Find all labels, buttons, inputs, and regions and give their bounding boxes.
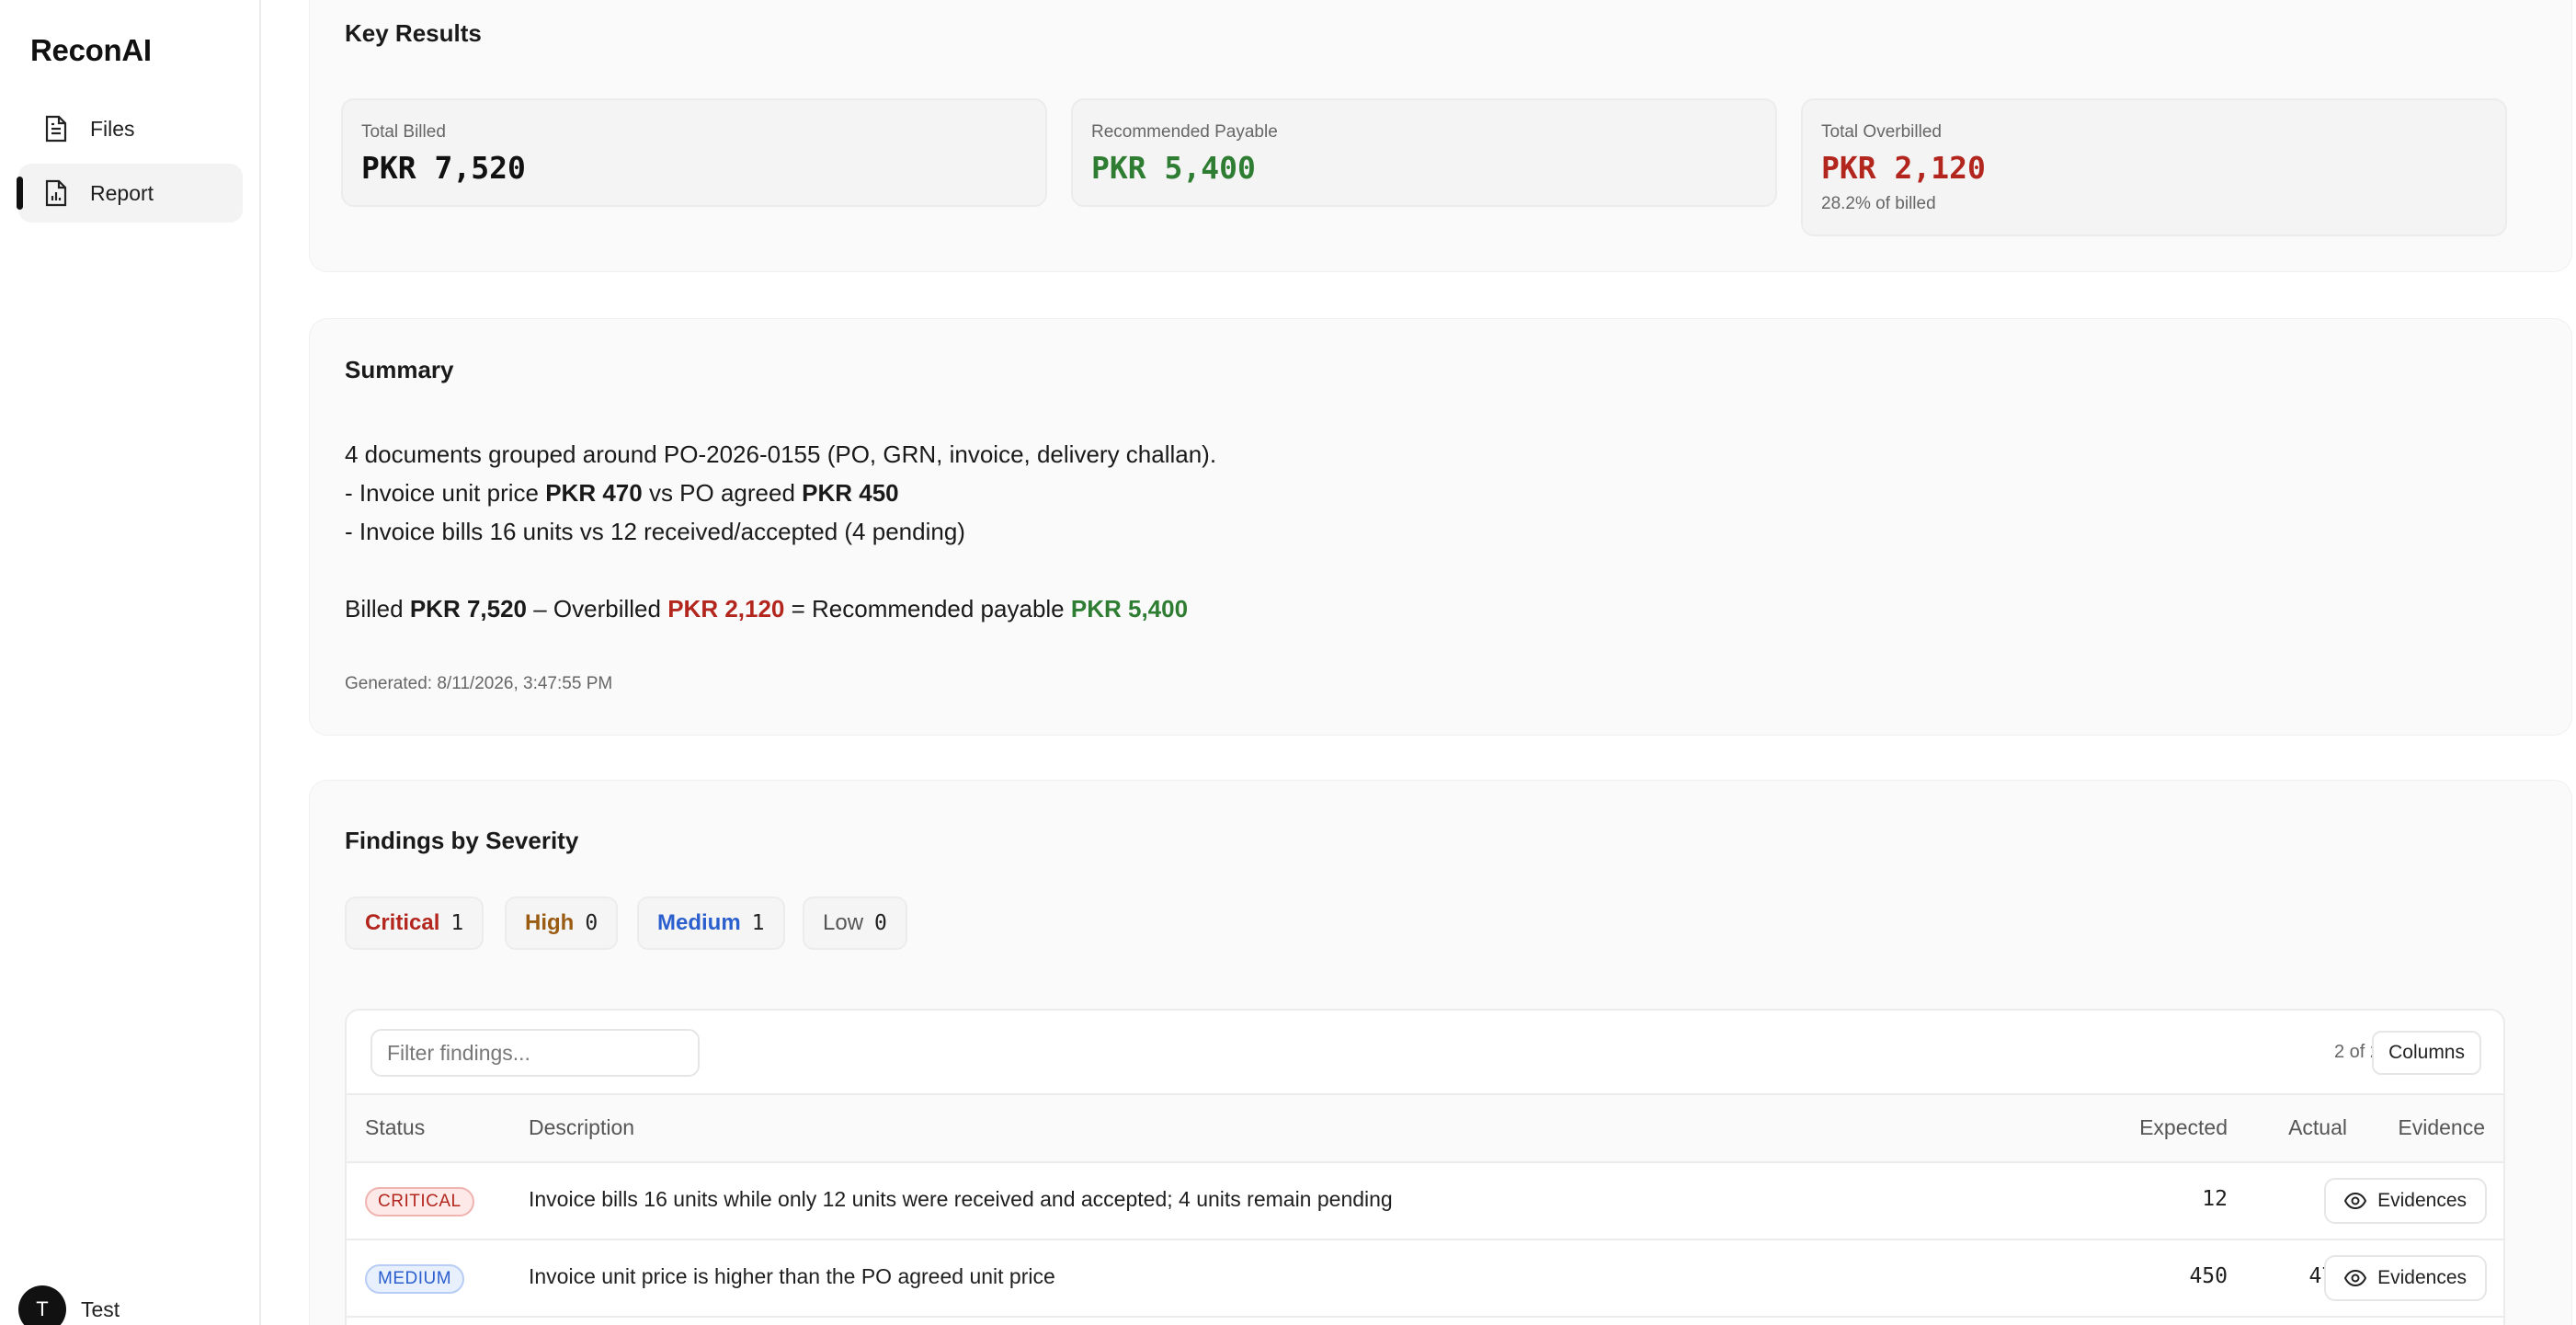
total-billed-box: Total Billed PKR 7,520 [341,98,1047,207]
table-header: Status Description Expected Actual Evide… [347,1093,2503,1163]
sidebar: ReconAI Files Report T Test [0,0,261,1325]
severity-filter-critical[interactable]: Critical 1 [345,897,484,950]
finding-description: Invoice unit price is higher than the PO… [529,1264,1055,1288]
finding-expected: 12 [2202,1187,2228,1211]
header-evidence: Evidence [2398,1115,2485,1139]
total-overbilled-label: Total Overbilled [1821,122,1942,142]
summary-line-totals: Billed PKR 7,520 – Overbilled PKR 2,120 … [345,595,1189,623]
total-overbilled-box: Total Overbilled PKR 2,120 28.2% of bill… [1801,98,2507,236]
sidebar-item-report[interactable]: Report [17,164,243,223]
total-billed-label: Total Billed [361,122,446,142]
finding-expected: 450 [2189,1264,2228,1288]
evidences-button[interactable]: Evidences [2324,1178,2487,1224]
recommended-payable-box: Recommended Payable PKR 5,400 [1071,98,1777,207]
header-status[interactable]: Status [365,1115,425,1140]
key-results-title: Key Results [345,19,482,47]
severity-filter-high[interactable]: High 0 [505,897,619,950]
severity-filter-medium[interactable]: Medium 1 [637,897,785,950]
report-icon [42,179,70,207]
sidebar-item-files[interactable]: Files [18,99,243,158]
key-results-card: Key Results Total Billed PKR 7,520 Recom… [309,0,2572,272]
sidebar-item-label: Files [90,116,135,141]
user-name: Test [81,1296,120,1321]
summary-line-unit-price: - Invoice unit price PKR 470 vs PO agree… [345,479,899,507]
eye-icon [2344,1190,2367,1212]
eye-icon [2344,1267,2367,1289]
evidences-button[interactable]: Evidences [2324,1255,2487,1301]
severity-filter-low[interactable]: Low 0 [803,897,907,950]
status-badge: MEDIUM [365,1264,465,1294]
finding-description: Invoice bills 16 units while only 12 uni… [529,1187,1393,1211]
findings-table: 2 of 2 Columns Status Description Expect… [345,1009,2505,1325]
findings-card: Findings by Severity Critical 1 High 0 M… [309,780,2572,1325]
app-root: ReconAI Files Report T Test Key Results … [0,0,2576,1325]
columns-button[interactable]: Columns [2372,1031,2481,1075]
header-expected[interactable]: Expected [2080,1115,2228,1140]
user-profile[interactable]: T Test [18,1285,120,1325]
recommended-payable-label: Recommended Payable [1091,122,1278,142]
filter-findings-input[interactable] [370,1029,700,1077]
recommended-payable-value: PKR 5,400 [1091,150,1256,186]
summary-card: Summary 4 documents grouped around PO-20… [309,318,2572,736]
summary-line-units: - Invoice bills 16 units vs 12 received/… [345,518,965,545]
summary-line-documents: 4 documents grouped around PO-2026-0155 … [345,440,1217,468]
file-icon [42,115,70,143]
summary-title: Summary [345,356,454,383]
table-row: CRITICAL Invoice bills 16 units while on… [347,1163,2503,1240]
brand-title: ReconAI [30,33,152,67]
avatar: T [18,1285,66,1325]
header-description[interactable]: Description [529,1115,634,1140]
total-overbilled-value: PKR 2,120 [1821,150,1986,186]
findings-title: Findings by Severity [345,827,579,854]
generated-timestamp: Generated: 8/11/2026, 3:47:55 PM [345,674,613,693]
status-badge: CRITICAL [365,1187,474,1216]
sidebar-item-label: Report [90,180,154,205]
header-actual[interactable]: Actual [2228,1115,2347,1140]
total-billed-value: PKR 7,520 [361,150,526,186]
overbilled-percent: 28.2% of billed [1821,194,1936,213]
table-row: MEDIUM Invoice unit price is higher than… [347,1240,2503,1318]
